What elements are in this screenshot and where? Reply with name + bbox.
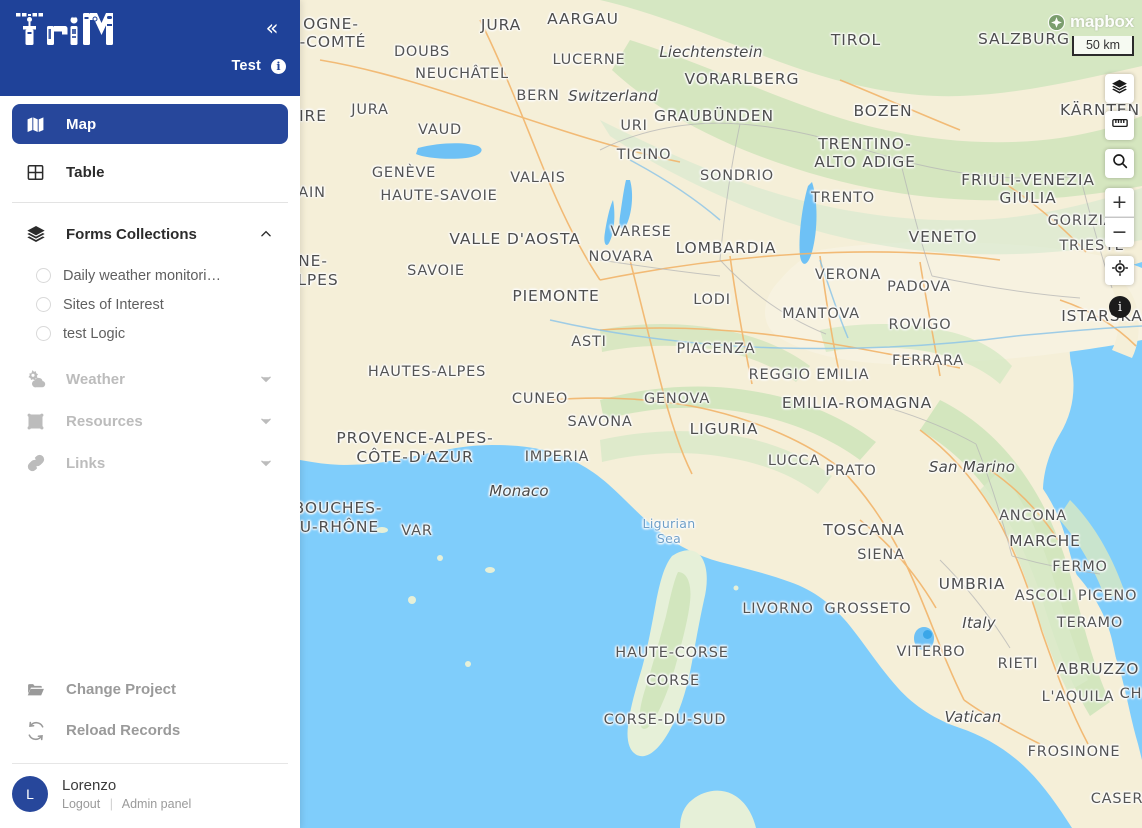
- sidebar-item-table[interactable]: Table: [12, 152, 288, 192]
- sidebar-item-label: Map: [66, 115, 97, 133]
- sidebar-item-label: Table: [66, 163, 105, 181]
- collapse-sidebar-button[interactable]: «: [258, 14, 286, 42]
- ruler-button[interactable]: [1105, 111, 1134, 140]
- sidebar-body: Map Table Forms Collections Daily weathe…: [0, 96, 300, 669]
- link-icon: [26, 453, 52, 473]
- reload-records-button[interactable]: Reload Records: [0, 710, 300, 751]
- mapbox-wordmark: mapbox: [1070, 12, 1134, 31]
- measure-control[interactable]: [1105, 111, 1134, 140]
- link-separator: |: [109, 797, 113, 811]
- radio-icon[interactable]: [36, 297, 51, 312]
- logout-link[interactable]: Logout: [62, 797, 100, 811]
- change-project-button[interactable]: Change Project: [0, 669, 300, 710]
- table-icon: [26, 163, 52, 182]
- weather-icon: [26, 369, 52, 390]
- layers-control[interactable]: [1105, 74, 1134, 103]
- mapbox-mark-icon: [1047, 13, 1066, 31]
- radio-icon[interactable]: [36, 268, 51, 283]
- search-icon: [1111, 152, 1129, 175]
- basemap-geometry: [300, 0, 1142, 828]
- user-name: Lorenzo: [62, 777, 117, 794]
- geolocate-icon: [1111, 259, 1129, 282]
- project-indicator: Test i: [231, 58, 286, 74]
- chevron-double-left-icon: «: [265, 15, 279, 40]
- map-icon: [26, 115, 52, 134]
- map-info-control[interactable]: i: [1109, 296, 1131, 318]
- layers-button[interactable]: [1105, 74, 1134, 103]
- section-weather[interactable]: Weather: [12, 358, 288, 400]
- project-name: Test: [231, 58, 261, 74]
- user-meta: Lorenzo Logout | Admin panel: [62, 777, 191, 811]
- section-forms-collections[interactable]: Forms Collections: [12, 213, 288, 255]
- zoom-control[interactable]: + −: [1105, 188, 1134, 247]
- section-label: Weather: [66, 370, 125, 388]
- footer-action-label: Change Project: [66, 681, 177, 698]
- zoom-out-button[interactable]: −: [1105, 218, 1134, 247]
- section-resources[interactable]: Resources: [12, 400, 288, 442]
- layers-icon: [26, 224, 52, 244]
- zoom-in-icon: +: [1111, 191, 1128, 213]
- info-icon[interactable]: i: [271, 58, 286, 74]
- geolocate-control[interactable]: [1105, 256, 1134, 285]
- avatar-initial: L: [26, 786, 34, 802]
- sidebar-divider: [12, 202, 288, 203]
- app-root: « Test i Map Table Forms Collections Dai…: [0, 0, 1142, 828]
- collection-item[interactable]: Daily weather monitori…: [0, 261, 300, 290]
- admin-panel-link[interactable]: Admin panel: [122, 797, 192, 811]
- ruler-icon: [1111, 114, 1129, 137]
- layers-icon: [1111, 78, 1128, 100]
- resources-icon: [26, 412, 52, 431]
- search-button[interactable]: [1105, 149, 1134, 178]
- map-record-marker[interactable]: [923, 630, 932, 639]
- chevron-down-icon: [258, 371, 274, 387]
- radio-icon[interactable]: [36, 326, 51, 341]
- scale-bar: 50 km: [1072, 36, 1134, 56]
- sidebar: « Test i Map Table Forms Collections Dai…: [0, 0, 300, 828]
- geolocate-button[interactable]: [1105, 256, 1134, 285]
- section-links[interactable]: Links: [12, 442, 288, 484]
- collection-label: Daily weather monitori…: [63, 267, 221, 284]
- section-label: Resources: [66, 412, 143, 430]
- folder-icon: [26, 680, 50, 700]
- user-panel: L Lorenzo Logout | Admin panel: [0, 764, 300, 828]
- forms-collections-list: Daily weather monitori… Sites of Interes…: [0, 255, 300, 358]
- chevron-up-icon: [258, 226, 274, 242]
- sidebar-item-map[interactable]: Map: [12, 104, 288, 144]
- user-links: Logout | Admin panel: [62, 797, 191, 811]
- sidebar-footer: Change Project Reload Records L Lorenzo …: [0, 669, 300, 828]
- search-control[interactable]: [1105, 149, 1134, 178]
- mapbox-logo[interactable]: mapbox: [1047, 12, 1134, 32]
- collection-item[interactable]: Sites of Interest: [0, 290, 300, 319]
- sidebar-header: « Test i: [0, 0, 300, 96]
- refresh-icon: [26, 721, 50, 741]
- chevron-down-icon: [258, 455, 274, 471]
- footer-action-label: Reload Records: [66, 722, 181, 739]
- zoom-out-icon: −: [1111, 221, 1128, 243]
- section-label: Links: [66, 454, 106, 472]
- collection-label: test Logic: [63, 325, 126, 342]
- zoom-in-button[interactable]: +: [1105, 188, 1134, 217]
- trim-logo[interactable]: [12, 9, 117, 49]
- collection-item[interactable]: test Logic: [0, 319, 300, 348]
- avatar[interactable]: L: [12, 776, 48, 812]
- zoom-group: + −: [1105, 188, 1134, 247]
- info-icon[interactable]: i: [1109, 296, 1131, 318]
- map-canvas[interactable]: OGNE- -COMTÉ JURA AARGAU TIROL SALZBURG DOUBS L…: [300, 0, 1142, 828]
- section-label: Forms Collections: [66, 225, 197, 243]
- chevron-down-icon: [258, 413, 274, 429]
- collection-label: Sites of Interest: [63, 296, 164, 313]
